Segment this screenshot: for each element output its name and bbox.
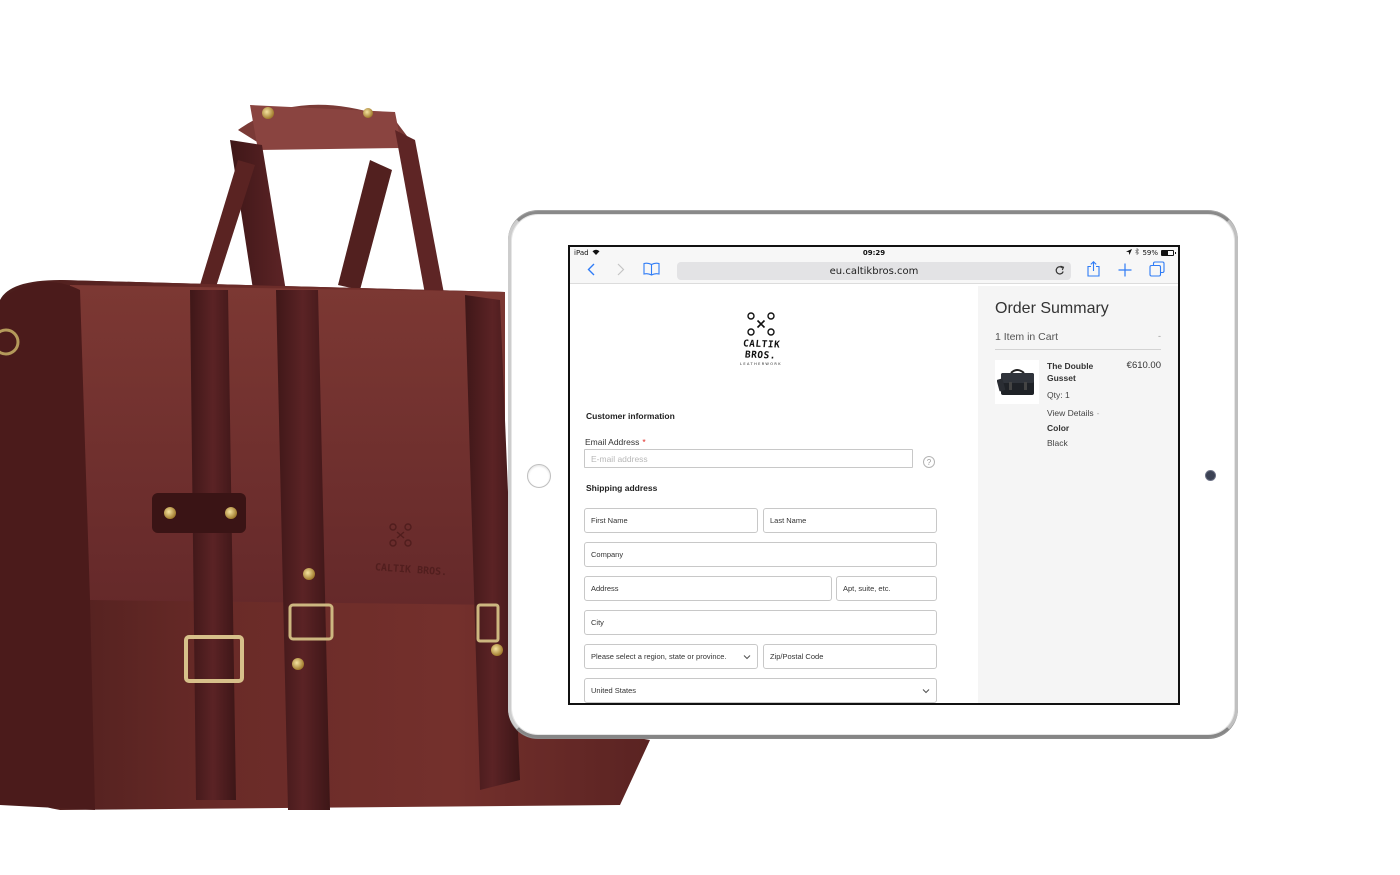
bluetooth-icon: [1135, 247, 1140, 257]
shipping-address-heading: Shipping address: [586, 483, 658, 493]
home-button[interactable]: [527, 464, 551, 488]
share-button[interactable]: [1078, 260, 1108, 282]
bookmarks-icon: [642, 261, 660, 280]
ipad-device-frame: iPad 09:29 59% eu.caltikbros.com CALTIK …: [508, 211, 1238, 738]
chevron-down-icon: [922, 689, 930, 694]
zip-input[interactable]: Zip/Postal Code: [763, 644, 937, 669]
location-icon: [1126, 248, 1133, 257]
ipad-screen: iPad 09:29 59% eu.caltikbros.com CALTIK …: [568, 245, 1180, 705]
checkout-form: CALTIK BROS. LEATHERWORK Customer inform…: [570, 286, 978, 703]
brand-logo[interactable]: CALTIK BROS. LEATHERWORK: [725, 312, 797, 366]
status-bar: iPad 09:29 59%: [570, 247, 1178, 258]
cart-item: The Double Gusset Qty: 1 View Details - C…: [995, 360, 1161, 448]
product-price: €610.00: [1126, 360, 1161, 371]
view-details-toggle[interactable]: View Details -: [1047, 408, 1117, 418]
url-text: eu.caltikbros.com: [829, 265, 919, 277]
new-tab-button[interactable]: [1110, 260, 1140, 282]
bookmarks-button[interactable]: [636, 260, 666, 282]
help-icon[interactable]: ?: [923, 456, 935, 468]
cart-item-count: 1 Item in Cart: [995, 331, 1059, 343]
city-input[interactable]: City: [584, 610, 937, 635]
front-camera: [1206, 471, 1215, 480]
status-time: 09:29: [862, 248, 886, 257]
address-input[interactable]: Address: [584, 576, 832, 601]
order-summary-title: Order Summary: [995, 300, 1109, 317]
last-name-input[interactable]: Last Name: [763, 508, 937, 533]
back-icon: [587, 261, 595, 280]
product-quantity: Qty: 1: [1047, 390, 1070, 400]
tabs-icon: [1149, 261, 1165, 281]
cart-count-toggle[interactable]: 1 Item in Cart -: [995, 331, 1161, 350]
order-summary-panel: Order Summary 1 Item in Cart - The Doubl…: [978, 286, 1178, 703]
forward-button[interactable]: [606, 260, 636, 282]
forward-icon: [617, 261, 625, 280]
view-details-label: View Details: [1047, 408, 1094, 418]
details-toggle-indicator: -: [1096, 408, 1100, 418]
collapse-toggle[interactable]: -: [1158, 331, 1161, 343]
email-label-text: Email Address: [585, 437, 640, 447]
brand-name: CALTIK BROS.: [742, 338, 781, 362]
product-thumbnail[interactable]: [995, 360, 1039, 404]
battery-icon: [1161, 249, 1176, 256]
plus-icon: [1118, 262, 1132, 281]
share-icon: [1086, 261, 1100, 281]
country-select-value: United States: [591, 686, 637, 695]
logo-mark-icon: [747, 312, 775, 336]
carrier-label: iPad: [574, 248, 589, 257]
cart-item-info: The Double Gusset Qty: 1 View Details - C…: [1047, 360, 1117, 448]
customer-information-heading: Customer information: [586, 411, 675, 421]
option-value: Black: [1047, 438, 1068, 448]
battery-percent: 59%: [1142, 248, 1158, 257]
option-label: Color: [1047, 423, 1070, 433]
browser-toolbar: eu.caltikbros.com: [570, 258, 1178, 284]
reload-icon[interactable]: [1054, 265, 1065, 276]
wifi-icon: [592, 249, 600, 257]
country-select[interactable]: United States: [584, 678, 937, 703]
email-input[interactable]: E-mail address: [584, 449, 913, 468]
email-label: Email Address *: [585, 437, 646, 447]
back-button[interactable]: [576, 260, 606, 282]
region-select[interactable]: Please select a region, state or provinc…: [584, 644, 758, 669]
region-select-value: Please select a region, state or provinc…: [591, 652, 727, 661]
first-name-input[interactable]: First Name: [584, 508, 758, 533]
tabs-button[interactable]: [1142, 260, 1172, 282]
chevron-down-icon: [743, 655, 751, 660]
product-name[interactable]: The Double Gusset: [1047, 360, 1117, 384]
address-bar[interactable]: eu.caltikbros.com: [677, 262, 1071, 280]
company-input[interactable]: Company: [584, 542, 937, 567]
briefcase-thumbnail-icon: [997, 369, 1034, 395]
apt-suite-input[interactable]: Apt, suite, etc.: [836, 576, 937, 601]
brand-tagline: LEATHERWORK: [740, 362, 782, 366]
web-page: CALTIK BROS. LEATHERWORK Customer inform…: [570, 286, 1178, 703]
required-asterisk: *: [642, 437, 646, 447]
